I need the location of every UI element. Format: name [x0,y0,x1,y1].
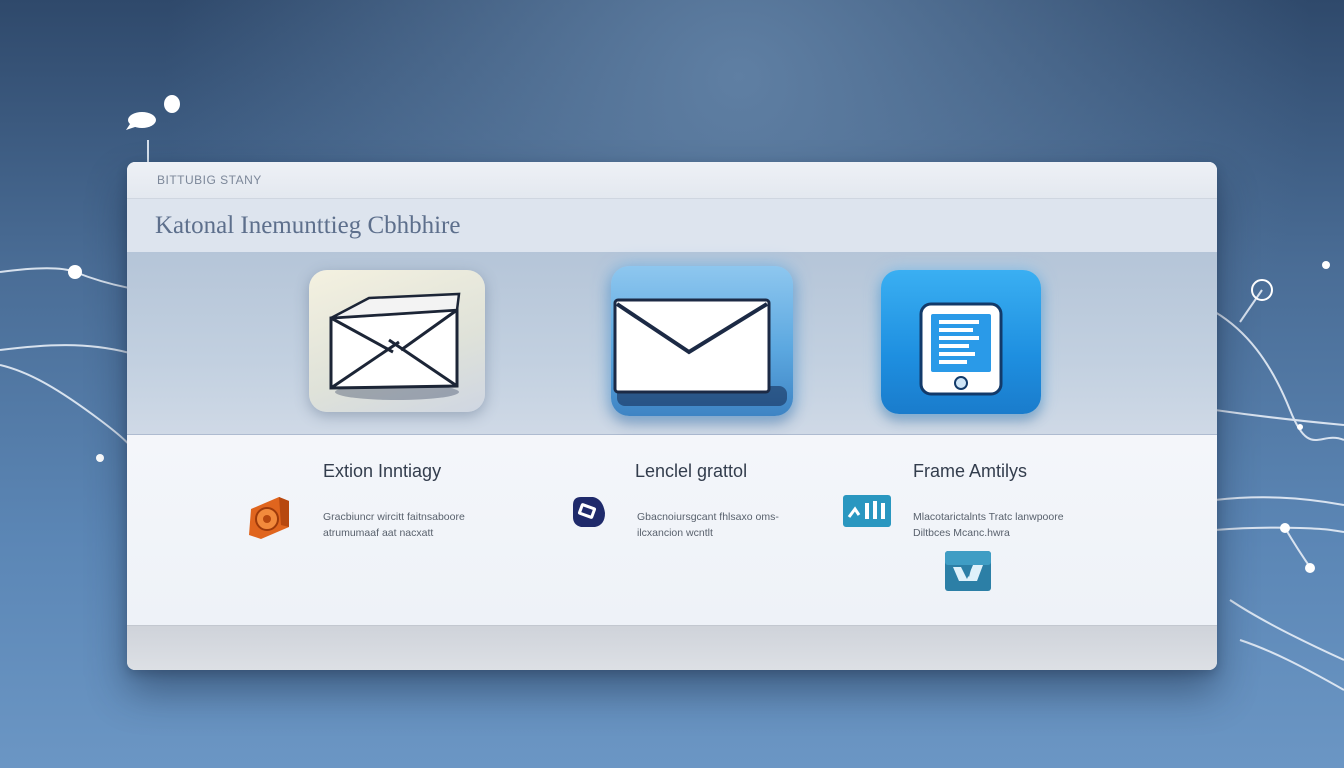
teal-chart-icon [843,495,891,527]
teal-image-icon[interactable] [945,551,991,591]
navy-tag-icon [573,497,605,527]
feature-heading: Extion Inntiagy [323,461,442,481]
feature-description-line1: Gbacnoiursgcant fhlsaxo oms- [637,511,779,523]
chat-bubble-icon [126,95,180,130]
envelope-open-tile[interactable] [309,270,485,412]
icon-band [127,252,1217,435]
window-top-label: BITTUBIG STANY [157,173,262,187]
envelope-icon [613,298,787,406]
app-window: BITTUBIG STANY Katonal Inemunttieg Cbhbh… [127,162,1217,670]
window-footer [127,625,1217,670]
feature-section: Extion Inntiagy Gracbiuncr wircitt faitn… [127,435,1217,625]
window-title-bar: Katonal Inemunttieg Cbhbhire [127,199,1217,252]
feature-description-line1: Gracbiuncr wircitt faitnsaboore [323,511,465,523]
feature-heading: Frame Amtilys [913,461,1028,481]
page-title: Katonal Inemunttieg Cbhbhire [155,212,461,239]
smartphone-tile[interactable] [881,270,1041,414]
feature-description-line2: ilcxancion wcntlt [637,527,713,539]
feature-description-line1: Mlacotarictalnts Tratc lanwpoore [913,511,1064,523]
envelope-tile[interactable] [611,266,793,416]
envelope-open-icon [329,292,461,400]
feature-description-line2: Diltbces Mcanc.hwra [913,527,1010,539]
window-topbar: BITTUBIG STANY [127,162,1217,199]
feature-description-line2: atrumumaaf aat nacxatt [323,527,434,539]
feature-heading: Lenclel grattol [635,461,748,481]
orange-gear-icon [249,497,289,539]
desktop-background: BITTUBIG STANY Katonal Inemunttieg Cbhbh… [0,0,1344,768]
smartphone-icon [919,302,1003,396]
